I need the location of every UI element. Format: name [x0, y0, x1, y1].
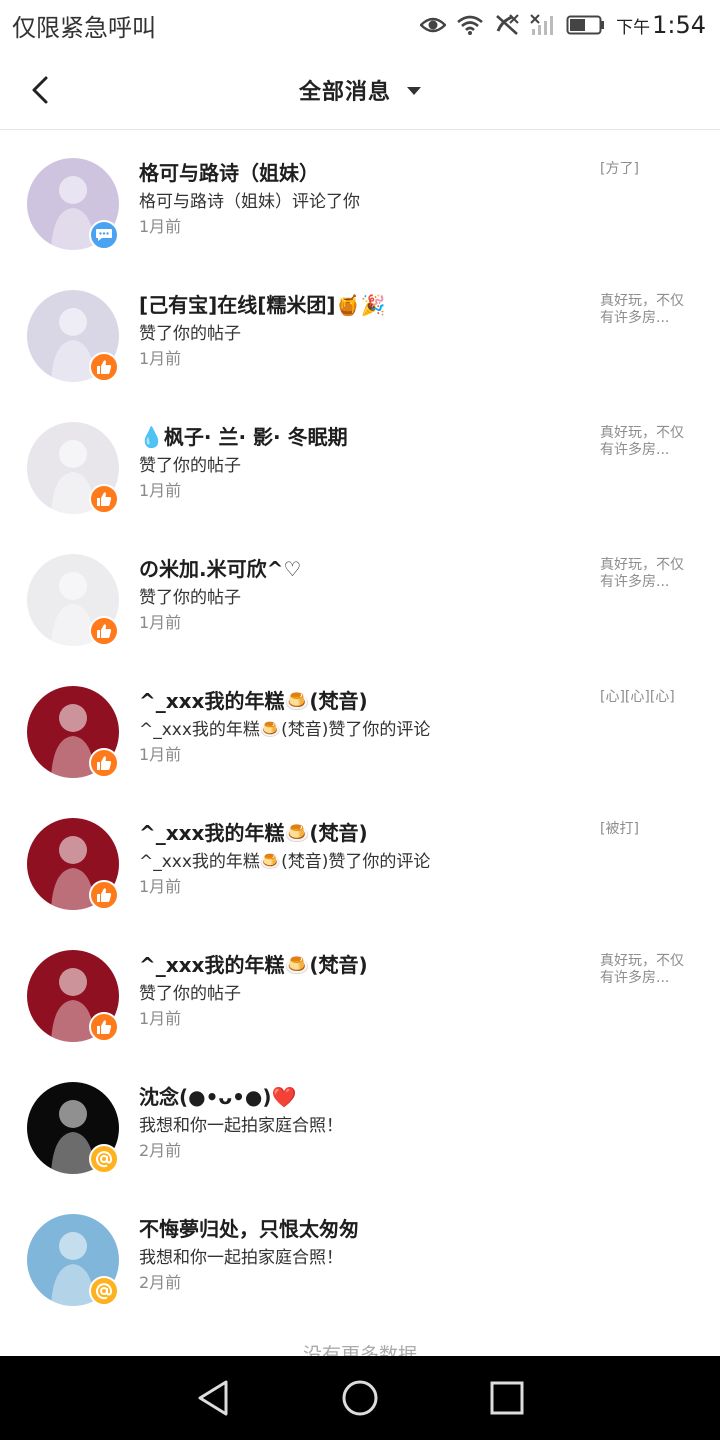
header: 全部消息 — [0, 50, 720, 130]
status-icons: 下午 1:54 — [420, 11, 706, 39]
message-text: ^_xxx我的年糕🍮(梵音)赞了你的评论 — [139, 852, 431, 872]
nav-recents-button[interactable] — [477, 1368, 537, 1428]
thumbs-up-icon — [97, 1020, 112, 1034]
message-item[interactable]: 格可与路诗（姐妹） 格可与路诗（姐妹）评论了你 1月前 [方了] — [0, 131, 720, 263]
carrier-label: 仅限紧急呼叫 — [12, 13, 156, 42]
message-item[interactable]: 沈念(●•ᴗ•●)❤️ 我想和你一起拍家庭合照！ 2月前 — [0, 1055, 720, 1187]
thumbs-up-icon — [97, 756, 112, 770]
caret-down-icon — [407, 87, 421, 95]
nav-back-button[interactable] — [183, 1368, 243, 1428]
circle-home-icon — [342, 1380, 378, 1416]
like-badge — [89, 484, 119, 514]
status-bar: 仅限紧急呼叫 下午 1:54 — [0, 0, 720, 50]
time-period: 下午 — [616, 18, 651, 38]
message-item[interactable]: ^_xxx我的年糕🍮(梵音) ^_xxx我的年糕🍮(梵音)赞了你的评论 1月前 [被打… — [0, 791, 720, 923]
message-time: 2月前 — [139, 1141, 182, 1160]
comment-badge — [89, 220, 119, 250]
message-time: 1月前 — [139, 877, 182, 896]
message-text: 我想和你一起拍家庭合照！ — [139, 1248, 343, 1268]
message-time: 1月前 — [139, 349, 182, 368]
sender-name[interactable]: ^_xxx我的年糕🍮(梵音) — [139, 949, 368, 978]
referenced-content[interactable]: 真好玩，不仅有许多房... — [600, 557, 696, 591]
sender-name[interactable]: ^_xxx我的年糕🍮(梵音) — [139, 817, 368, 846]
sender-name[interactable]: の米加.米可欣^♡ — [139, 553, 301, 582]
sender-name[interactable]: ^_xxx我的年糕🍮(梵音) — [139, 685, 368, 714]
message-time: 1月前 — [139, 481, 182, 500]
square-recents-icon — [490, 1381, 524, 1415]
like-badge — [89, 1012, 119, 1042]
no-signal-icon — [530, 13, 556, 37]
clock: 下午 1:54 — [616, 11, 706, 39]
like-badge — [89, 616, 119, 646]
message-text: 我想和你一起拍家庭合照！ — [139, 1116, 343, 1136]
referenced-content[interactable]: 真好玩，不仅有许多房... — [600, 425, 696, 459]
message-list: 格可与路诗（姐妹） 格可与路诗（姐妹）评论了你 1月前 [方了] [己有宝]在线[糯米团… — [0, 131, 720, 1319]
at-badge — [89, 1276, 119, 1306]
message-time: 2月前 — [139, 1273, 182, 1292]
message-text: 赞了你的帖子 — [139, 324, 241, 344]
sender-name[interactable]: 不悔夢归处，只恨太匆匆 — [139, 1213, 359, 1242]
thumbs-up-icon — [97, 360, 112, 374]
navigation-bar — [0, 1356, 720, 1440]
comment-bubble-icon — [96, 229, 112, 241]
time-value: 1:54 — [652, 11, 706, 39]
like-badge — [89, 352, 119, 382]
referenced-content[interactable]: [心][心][心] — [600, 689, 696, 706]
message-item[interactable]: 💧枫子· 兰· 影· 冬眠期赞了你的帖子 1月前 真好玩，不仅有许多房... — [0, 395, 720, 527]
message-text: 赞了你的帖子 — [139, 588, 241, 608]
message-time: 1月前 — [139, 217, 182, 236]
message-time: 1月前 — [139, 1009, 182, 1028]
message-item[interactable]: 不悔夢归处，只恨太匆匆我想和你一起拍家庭合照！ 2月前 — [0, 1187, 720, 1319]
message-time: 1月前 — [139, 613, 182, 632]
message-text: 赞了你的帖子 — [139, 456, 241, 476]
like-badge — [89, 748, 119, 778]
referenced-content[interactable]: [方了] — [600, 161, 696, 178]
nav-home-button[interactable] — [330, 1368, 390, 1428]
wifi-icon — [456, 14, 484, 36]
sender-name[interactable]: 沈念(●•ᴗ•●)❤️ — [139, 1081, 296, 1110]
page-title: 全部消息 — [298, 80, 391, 105]
referenced-content[interactable]: 真好玩，不仅有许多房... — [600, 953, 696, 987]
at-sign-icon — [96, 1151, 113, 1168]
message-item[interactable]: ^_xxx我的年糕🍮(梵音) 赞了你的帖子 1月前 真好玩，不仅有许多房... — [0, 923, 720, 1055]
message-item[interactable]: の米加.米可欣^♡ 赞了你的帖子 1月前 真好玩，不仅有许多房... — [0, 527, 720, 659]
no-call-icon — [494, 13, 520, 37]
like-badge — [89, 880, 119, 910]
battery-icon — [566, 14, 606, 36]
at-badge — [89, 1144, 119, 1174]
thumbs-up-icon — [97, 888, 112, 902]
sender-name[interactable]: [己有宝]在线[糯米团]🍯🎉 — [139, 289, 385, 318]
message-text: ^_xxx我的年糕🍮(梵音)赞了你的评论 — [139, 720, 431, 740]
sender-name[interactable]: 格可与路诗（姐妹） — [139, 157, 319, 186]
message-time: 1月前 — [139, 745, 182, 764]
message-text: 格可与路诗（姐妹）评论了你 — [139, 192, 360, 212]
sender-name[interactable]: 💧枫子· 兰· 影· 冬眠期 — [139, 421, 348, 450]
referenced-content[interactable]: [被打] — [600, 821, 696, 838]
thumbs-up-icon — [97, 492, 112, 506]
triangle-back-icon — [198, 1380, 228, 1416]
message-item[interactable]: [己有宝]在线[糯米团]🍯🎉 赞了你的帖子 1月前 真好玩，不仅有许多房... — [0, 263, 720, 395]
referenced-content[interactable]: 真好玩，不仅有许多房... — [600, 293, 696, 327]
at-sign-icon — [96, 1283, 113, 1300]
message-filter-dropdown[interactable]: 全部消息 — [0, 50, 720, 130]
thumbs-up-icon — [97, 624, 112, 638]
message-item[interactable]: ^_xxx我的年糕🍮(梵音) ^_xxx我的年糕🍮(梵音)赞了你的评论 1月前 [心]… — [0, 659, 720, 791]
eye-icon — [420, 15, 447, 35]
message-text: 赞了你的帖子 — [139, 984, 241, 1004]
